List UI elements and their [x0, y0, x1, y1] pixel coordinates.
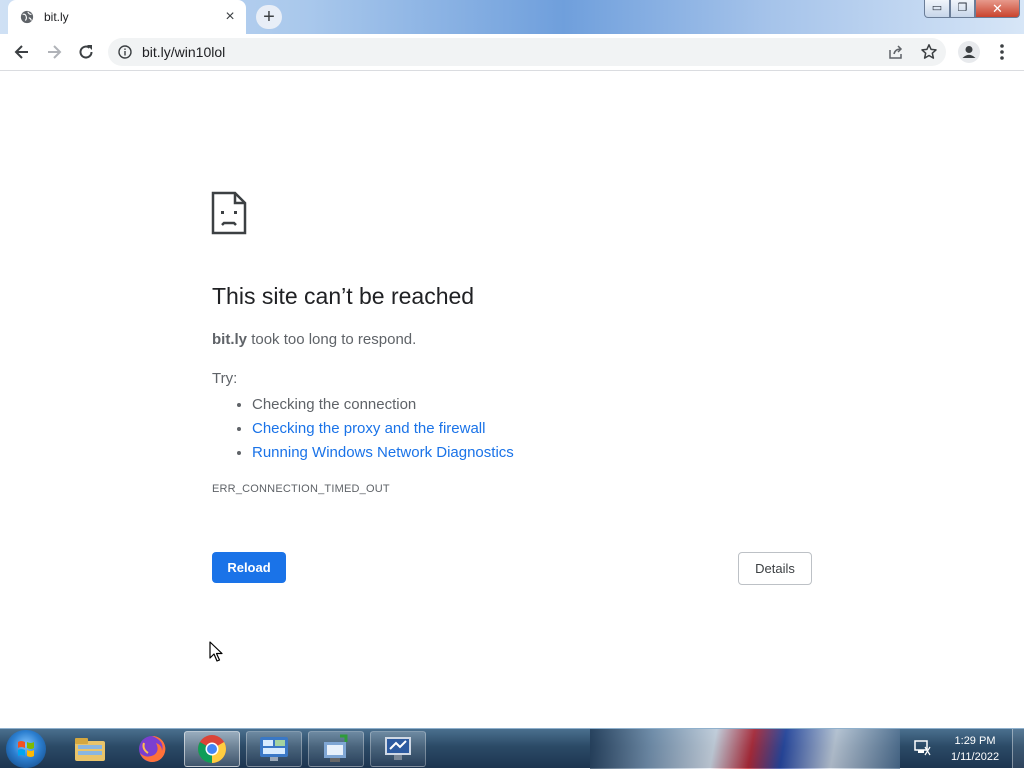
kebab-menu-icon[interactable] [994, 40, 1010, 64]
share-icon[interactable] [888, 44, 904, 60]
taskbar-chrome[interactable] [184, 731, 240, 767]
taskbar-control-panel[interactable] [246, 731, 302, 767]
file-explorer-icon [75, 738, 105, 761]
reload-button[interactable] [74, 40, 98, 64]
tab-strip: bit.ly × + ▭ ❐ ✕ [0, 0, 1024, 34]
mouse-cursor-icon [209, 641, 223, 662]
details-button[interactable]: Details [738, 552, 812, 585]
error-host: bit.ly [212, 331, 248, 348]
taskbar-remote-desktop[interactable] [370, 731, 426, 767]
clock-time: 1:29 PM [954, 735, 996, 747]
taskbar-network[interactable] [308, 731, 364, 767]
suggestion-list: Checking the connection Checking the pro… [212, 393, 514, 465]
browser-toolbar: bit.ly/win10lol [0, 34, 1024, 71]
start-button[interactable] [6, 730, 46, 768]
globe-icon [20, 10, 34, 24]
address-bar[interactable]: bit.ly/win10lol [108, 38, 946, 66]
close-icon: ✕ [992, 1, 1003, 16]
maximize-button[interactable]: ❐ [950, 0, 975, 18]
error-title: This site can’t be reached [212, 283, 475, 309]
check-proxy-link[interactable]: Checking the proxy and the firewall [252, 420, 485, 437]
network-icon [324, 734, 348, 762]
forward-button[interactable] [42, 40, 66, 64]
forward-arrow-icon [48, 45, 62, 59]
sad-page-icon [211, 191, 247, 235]
network-diagnostics-link[interactable]: Running Windows Network Diagnostics [252, 444, 514, 461]
error-description: bit.ly took too long to respond. [212, 331, 416, 348]
remote-desktop-icon [385, 737, 411, 760]
taskbar-explorer[interactable] [62, 731, 118, 767]
tab-close-icon[interactable]: × [220, 7, 240, 27]
wallpaper-peek [590, 729, 900, 769]
windows-logo-icon [18, 741, 34, 757]
info-icon[interactable] [118, 45, 132, 59]
browser-tab[interactable]: bit.ly × [8, 0, 246, 34]
network-tray-icon[interactable] [912, 739, 932, 757]
suggestion-text: Checking the connection [252, 396, 417, 413]
error-message: took too long to respond. [251, 331, 417, 348]
url-text[interactable]: bit.ly/win10lol [142, 44, 225, 60]
windows-taskbar: 1:29 PM 1/11/2022 [0, 728, 1024, 769]
profile-icon [962, 46, 976, 58]
minimize-icon: ▭ [931, 2, 943, 14]
new-tab-button[interactable]: + [256, 5, 282, 29]
tab-title: bit.ly [44, 10, 69, 24]
control-panel-icon [260, 737, 288, 761]
page-content: This site can’t be reached bit.ly took t… [0, 71, 1024, 728]
system-clock[interactable]: 1:29 PM 1/11/2022 [942, 733, 1008, 765]
minimize-button[interactable]: ▭ [924, 0, 950, 18]
firefox-icon [139, 735, 166, 762]
back-button[interactable] [10, 40, 34, 64]
close-window-button[interactable]: ✕ [975, 0, 1020, 18]
error-code: ERR_CONNECTION_TIMED_OUT [212, 483, 390, 495]
maximize-icon: ❐ [957, 2, 968, 14]
suggestion-check-proxy: Checking the proxy and the firewall [252, 417, 514, 441]
reload-icon [79, 45, 93, 59]
taskbar-firefox[interactable] [124, 731, 180, 767]
clock-date: 1/11/2022 [950, 751, 1000, 763]
suggestion-network-diagnostics: Running Windows Network Diagnostics [252, 441, 514, 465]
profile-button[interactable] [958, 41, 980, 63]
reload-button-page[interactable]: Reload [212, 552, 286, 583]
show-desktop-button[interactable] [1012, 729, 1024, 769]
suggestion-check-connection: Checking the connection [252, 393, 514, 417]
try-label: Try: [212, 370, 238, 387]
back-arrow-icon [14, 45, 28, 59]
chrome-icon [198, 735, 226, 763]
bookmark-star-icon[interactable] [920, 43, 938, 61]
